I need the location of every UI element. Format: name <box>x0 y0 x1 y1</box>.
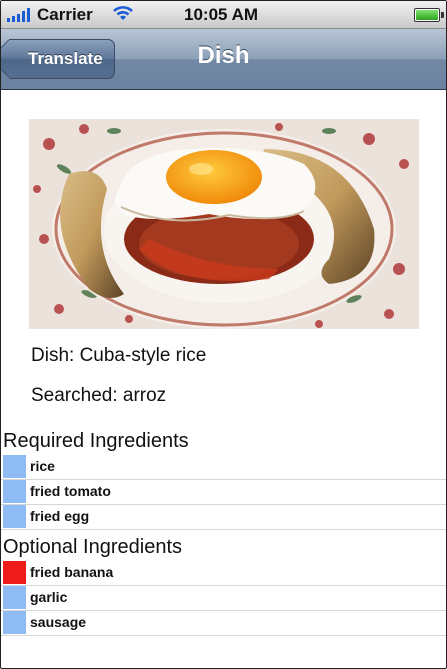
signal-icon <box>7 8 31 22</box>
ingredient-row[interactable]: garlic <box>1 585 446 611</box>
ingredient-row[interactable]: rice <box>1 454 446 480</box>
optional-ingredients-header: Optional Ingredients <box>3 536 183 558</box>
status-bar: Carrier 10:05 AM <box>1 1 446 29</box>
required-ingredients-header: Required Ingredients <box>3 430 189 452</box>
ingredient-row[interactable]: fried banana <box>1 560 446 586</box>
ingredient-label: fried tomato <box>30 483 111 499</box>
ingredient-label: garlic <box>30 589 68 605</box>
ingredient-label: rice <box>30 458 55 474</box>
navigation-bar: Translate Dish <box>1 29 446 90</box>
ingredient-color-marker <box>3 561 26 584</box>
dish-photo <box>29 119 419 329</box>
battery-icon <box>414 8 444 22</box>
page-title: Dish <box>197 42 250 69</box>
ingredient-color-marker <box>3 480 26 503</box>
ingredient-color-marker <box>3 505 26 528</box>
ingredient-row[interactable]: sausage <box>1 610 446 636</box>
searched-term-text: Searched: arroz <box>31 385 167 406</box>
ingredient-row[interactable]: fried tomato <box>1 479 446 505</box>
ingredient-label: fried egg <box>30 508 90 524</box>
ingredient-color-marker <box>3 586 26 609</box>
ingredient-color-marker <box>3 611 26 634</box>
wifi-icon <box>113 6 133 20</box>
dish-name-text: Dish: Cuba-style rice <box>31 345 207 366</box>
ingredient-row[interactable]: fried egg <box>1 504 446 530</box>
battery-level-fill <box>416 10 438 20</box>
status-time: 10:05 AM <box>184 5 259 24</box>
device-screen: Carrier 10:05 AM Translate Dish Dish: Cu… <box>0 0 447 669</box>
carrier-label: Carrier <box>37 5 93 24</box>
ingredient-color-marker <box>3 455 26 478</box>
ingredient-label: sausage <box>30 614 87 630</box>
ingredient-label: fried banana <box>30 564 114 580</box>
